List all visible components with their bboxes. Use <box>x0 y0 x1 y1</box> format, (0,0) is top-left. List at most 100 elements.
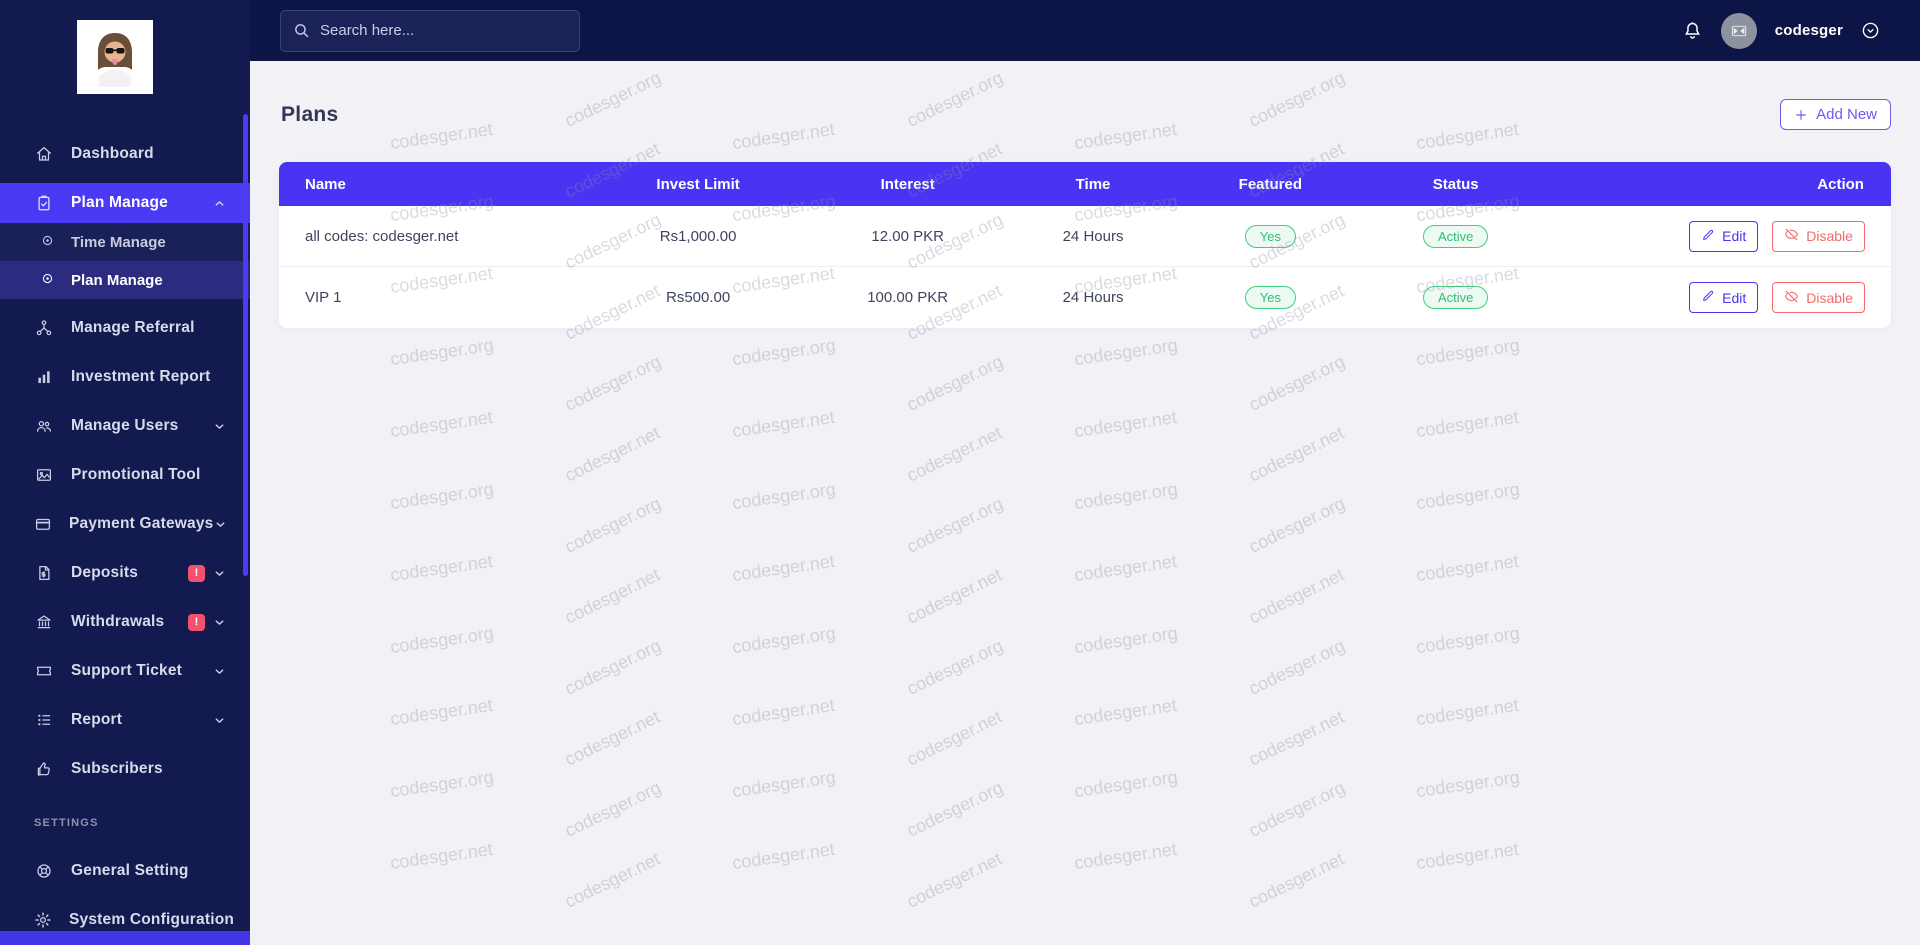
sidebar-section-label: SETTINGS <box>34 817 99 829</box>
users-icon <box>34 417 54 435</box>
disable-button[interactable]: Disable <box>1772 282 1865 313</box>
chevron-down-icon <box>213 616 226 629</box>
sidebar-subnav: Time Manage Plan Manage <box>0 223 250 299</box>
plans-table-card: Name Invest Limit Interest Time Featured Stat… <box>279 162 1891 328</box>
column-header-action: Action <box>1817 175 1864 193</box>
eye-slash-icon <box>1784 227 1799 245</box>
referral-tree-icon <box>34 319 54 337</box>
sidebar-brand <box>0 0 250 112</box>
sidebar-item-label: Support Ticket <box>71 662 183 679</box>
profile-photo-image <box>85 27 145 87</box>
table-header-row: Name Invest Limit Interest Time Featured Stat… <box>279 162 1891 206</box>
broken-image-icon <box>1731 25 1746 36</box>
column-header-interest: Interest <box>880 175 935 193</box>
sidebar-item-label: Dashboard <box>71 145 154 162</box>
life-ring-icon <box>34 862 54 880</box>
sidebar-item-label: Subscribers <box>71 760 163 777</box>
bar-chart-icon <box>34 368 54 386</box>
sidebar-item-investment-report[interactable]: Investment Report <box>0 357 250 397</box>
sidebar-item-label: System Configuration <box>69 911 235 928</box>
edit-pencil-icon <box>1701 289 1715 306</box>
edit-button[interactable]: Edit <box>1689 220 1759 252</box>
cell-interest: 12.00 PKR <box>871 227 944 245</box>
sidebar-item-payment-gateways[interactable]: Payment Gateways <box>0 504 250 544</box>
sidebar-item-subscribers[interactable]: Subscribers <box>0 749 250 789</box>
credit-card-icon <box>34 515 52 533</box>
featured-badge: Yes <box>1244 286 1296 309</box>
search-box[interactable] <box>280 9 580 52</box>
add-new-label: Add New <box>1816 106 1877 123</box>
cell-actions: Edit Disable <box>1552 282 1891 313</box>
sidebar-item-report[interactable]: Report <box>0 700 250 740</box>
sidebar-subitem-label: Plan Manage <box>71 271 163 289</box>
main-content: Plans Add New Name Invest Limit Interest Ti… <box>250 61 1920 945</box>
sidebar-item-plan-manage[interactable]: Plan Manage <box>0 183 250 223</box>
dot-circle-icon <box>40 233 55 252</box>
topbar: codesger <box>250 0 1920 61</box>
cell-interest: 100.00 PKR <box>867 289 949 306</box>
table-row: all codes: codesger.net Rs1,000.00 12.00 P… <box>279 206 1891 267</box>
chevron-down-icon <box>214 518 227 531</box>
status-badge: Active <box>1423 286 1489 309</box>
sidebar-item-label: Payment Gateways <box>69 515 214 532</box>
page-title: Plans <box>281 102 339 126</box>
user-avatar[interactable] <box>1720 12 1757 49</box>
sidebar-item-label: General Setting <box>71 862 189 879</box>
ticket-icon <box>34 662 54 680</box>
cell-name: all codes: codesger.net <box>305 227 459 245</box>
notifications-bell-icon[interactable] <box>1682 20 1703 41</box>
sidebar-item-general-setting[interactable]: General Setting <box>0 851 250 891</box>
sidebar-item-support-ticket[interactable]: Support Ticket <box>0 651 250 691</box>
bank-icon <box>34 613 54 631</box>
column-header-time: Time <box>1075 175 1111 193</box>
sidebar-item-deposits[interactable]: Deposits! <box>0 553 250 593</box>
search-input[interactable] <box>320 22 567 39</box>
sidebar-item-label: Deposits <box>71 564 139 581</box>
cell-name: VIP 1 <box>305 289 342 306</box>
sidebar-item-label: Withdrawals <box>71 613 165 630</box>
cell-featured: Yes <box>1182 224 1359 248</box>
chevron-down-icon <box>213 567 226 580</box>
sidebar-item-manage-referral[interactable]: Manage Referral <box>0 308 250 348</box>
chevron-down-icon <box>213 665 226 678</box>
dot-circle-icon <box>40 271 55 290</box>
item-right <box>213 420 226 433</box>
edit-button[interactable]: Edit <box>1689 282 1759 313</box>
sidebar-item-label: Investment Report <box>71 368 211 385</box>
sidebar-item-label: Manage Users <box>71 417 179 434</box>
sidebar-item-withdrawals[interactable]: Withdrawals! <box>0 602 250 642</box>
user-menu-chevron-icon[interactable] <box>1861 21 1880 40</box>
alert-badge: ! <box>188 564 205 582</box>
disable-button[interactable]: Disable <box>1772 220 1865 252</box>
chevron-down-icon <box>213 420 226 433</box>
search-icon <box>293 22 310 39</box>
sidebar-item-manage-users[interactable]: Manage Users <box>0 406 250 446</box>
sidebar-scrollbar[interactable] <box>243 114 248 576</box>
sidebar-subitem-label: Time Manage <box>71 233 166 251</box>
alert-badge: ! <box>188 613 205 631</box>
add-new-button[interactable]: Add New <box>1780 99 1891 130</box>
item-right: ! <box>188 613 226 631</box>
sidebar-item-label: Manage Referral <box>71 319 195 336</box>
featured-badge: Yes <box>1244 224 1296 248</box>
sidebar-item-label: Report <box>71 711 123 728</box>
sidebar-subitem-time-manage[interactable]: Time Manage <box>0 223 250 261</box>
report-list-icon <box>34 711 54 729</box>
item-right <box>213 714 226 727</box>
cell-invest-limit: Rs500.00 <box>665 289 731 306</box>
sidebar-nav: Dashboard Plan Manage Time Manage Plan Mana… <box>0 134 250 789</box>
column-header-featured: Featured <box>1238 175 1303 193</box>
chevron-down-icon <box>213 714 226 727</box>
sidebar-item-promotional-tool[interactable]: Promotional Tool <box>0 455 250 495</box>
sidebar-bottom-bar <box>0 931 250 945</box>
column-header-invest-limit: Invest Limit <box>656 175 740 193</box>
eye-slash-icon <box>1784 289 1799 307</box>
profile-photo <box>77 20 153 94</box>
status-badge: Active <box>1423 224 1489 248</box>
sidebar-subitem-plan-manage[interactable]: Plan Manage <box>0 261 250 299</box>
gear-icon <box>34 911 52 929</box>
username[interactable]: codesger <box>1775 22 1843 39</box>
promo-image-icon <box>34 466 54 484</box>
item-right <box>213 197 226 210</box>
sidebar-item-dashboard[interactable]: Dashboard <box>0 134 250 174</box>
